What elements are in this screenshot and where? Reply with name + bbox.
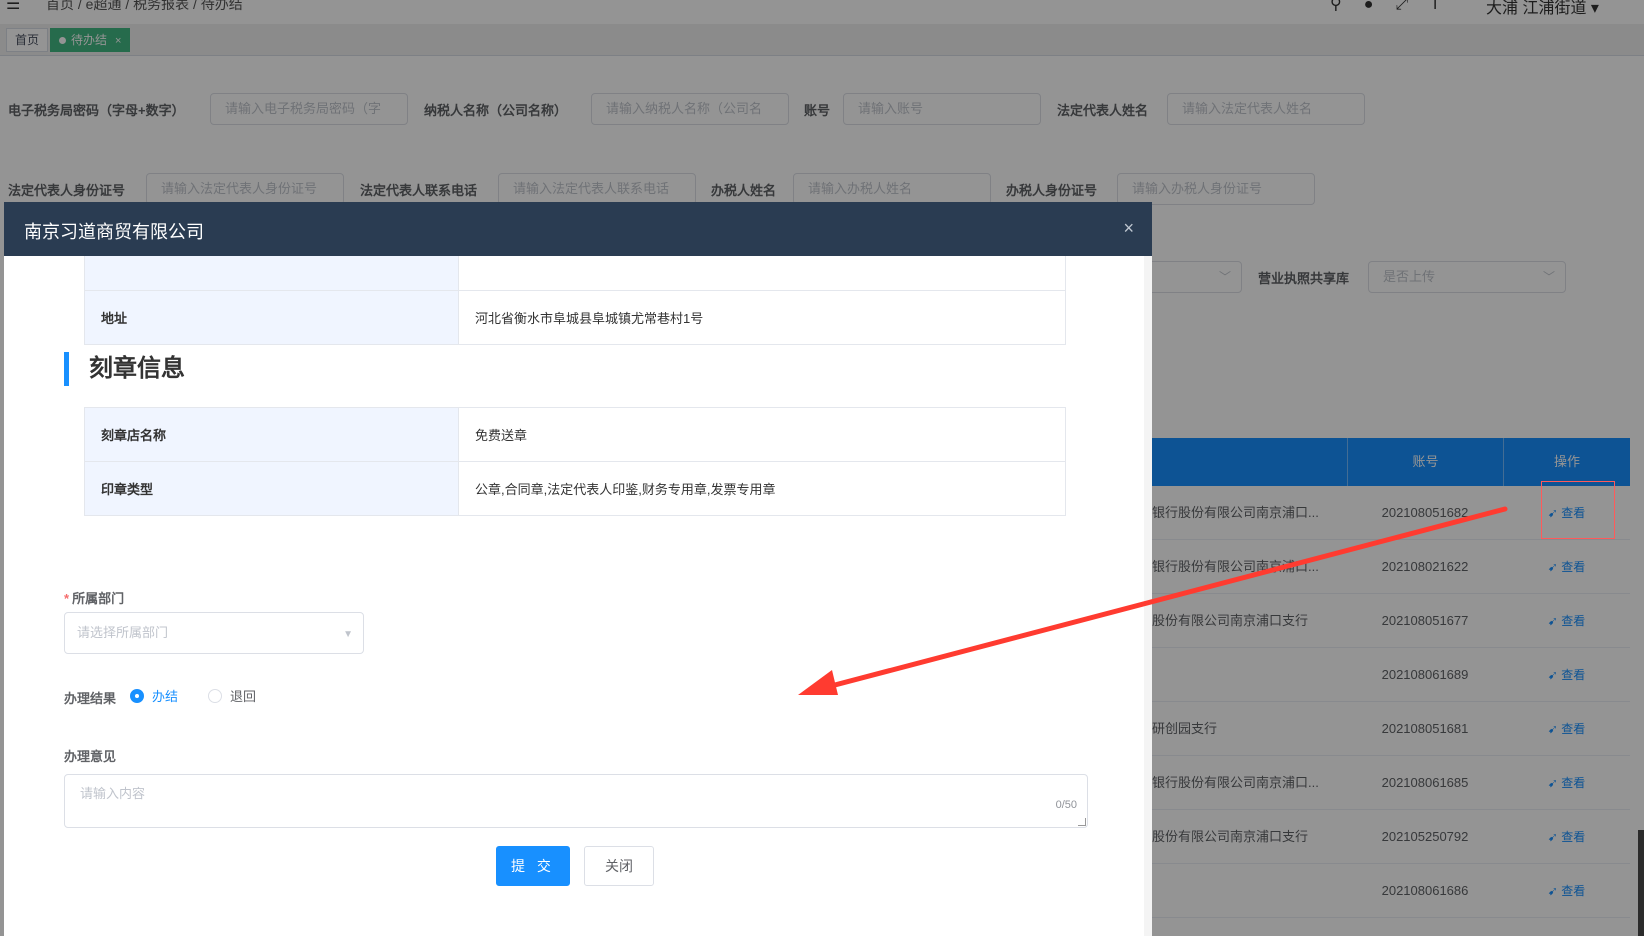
dialog-title: 南京习道商贸有限公司 — [24, 222, 204, 242]
result-label: 办理结果 — [64, 691, 117, 706]
seal-section-title: 刻章信息 — [64, 352, 185, 386]
close-button[interactable]: 关闭 — [584, 846, 654, 886]
opinion-label: 办理意见 — [64, 749, 117, 764]
dept-select[interactable]: 请选择所属部门 ▼ — [64, 612, 364, 654]
address-label: 地址 — [84, 290, 459, 345]
seal-shop-value: 免费送章 — [458, 407, 1066, 462]
table-row: 刻章店名称 免费送章 — [84, 407, 1066, 462]
table-row: 印章类型 公章,合同章,法定代表人印鉴,财务专用章,发票专用章 — [84, 461, 1066, 516]
dept-label: * 所属部门 — [64, 591, 125, 606]
table-row: 地址 河北省衡水市阜城县阜城镇尤常巷村1号 — [84, 290, 1066, 345]
seal-info-table: 刻章店名称 免费送章 印章类型 公章,合同章,法定代表人印鉴,财务专用章,发票专… — [84, 407, 1066, 516]
submit-button[interactable]: 提 交 — [496, 846, 570, 886]
info-key — [84, 256, 459, 291]
radio-icon — [130, 689, 144, 703]
dialog-body[interactable]: 地址 河北省衡水市阜城县阜城镇尤常巷村1号 刻章信息 刻章店名称 免费送章 印章… — [4, 256, 1152, 936]
radio-return[interactable]: 退回 — [208, 686, 256, 705]
company-info-table: 地址 河北省衡水市阜城县阜城镇尤常巷村1号 — [84, 256, 1066, 345]
seal-type-label: 印章类型 — [84, 461, 459, 516]
scrollbar-track[interactable] — [1144, 256, 1152, 936]
seal-type-value: 公章,合同章,法定代表人印鉴,财务专用章,发票专用章 — [458, 461, 1066, 516]
seal-shop-label: 刻章店名称 — [84, 407, 459, 462]
radio-icon — [208, 689, 222, 703]
resize-handle-icon[interactable] — [1078, 818, 1086, 826]
close-icon[interactable]: × — [1123, 218, 1134, 239]
info-value — [458, 256, 1066, 291]
detail-dialog: 南京习道商贸有限公司 × 地址 河北省衡水市阜城县阜城镇尤常巷村1号 刻章信息 … — [4, 202, 1152, 936]
dialog-header: 南京习道商贸有限公司 × — [4, 202, 1152, 256]
annotation-highlight-box — [1541, 481, 1615, 539]
address-value: 河北省衡水市阜城县阜城镇尤常巷村1号 — [458, 290, 1066, 345]
table-row — [84, 256, 1066, 291]
radio-done[interactable]: 办结 — [130, 686, 178, 705]
scrollbar-thumb[interactable] — [1638, 830, 1644, 936]
char-count: 0/50 — [1055, 799, 1077, 811]
opinion-textarea[interactable]: 请输入内容 0/50 — [64, 774, 1088, 828]
caret-down-icon: ▼ — [343, 629, 353, 640]
